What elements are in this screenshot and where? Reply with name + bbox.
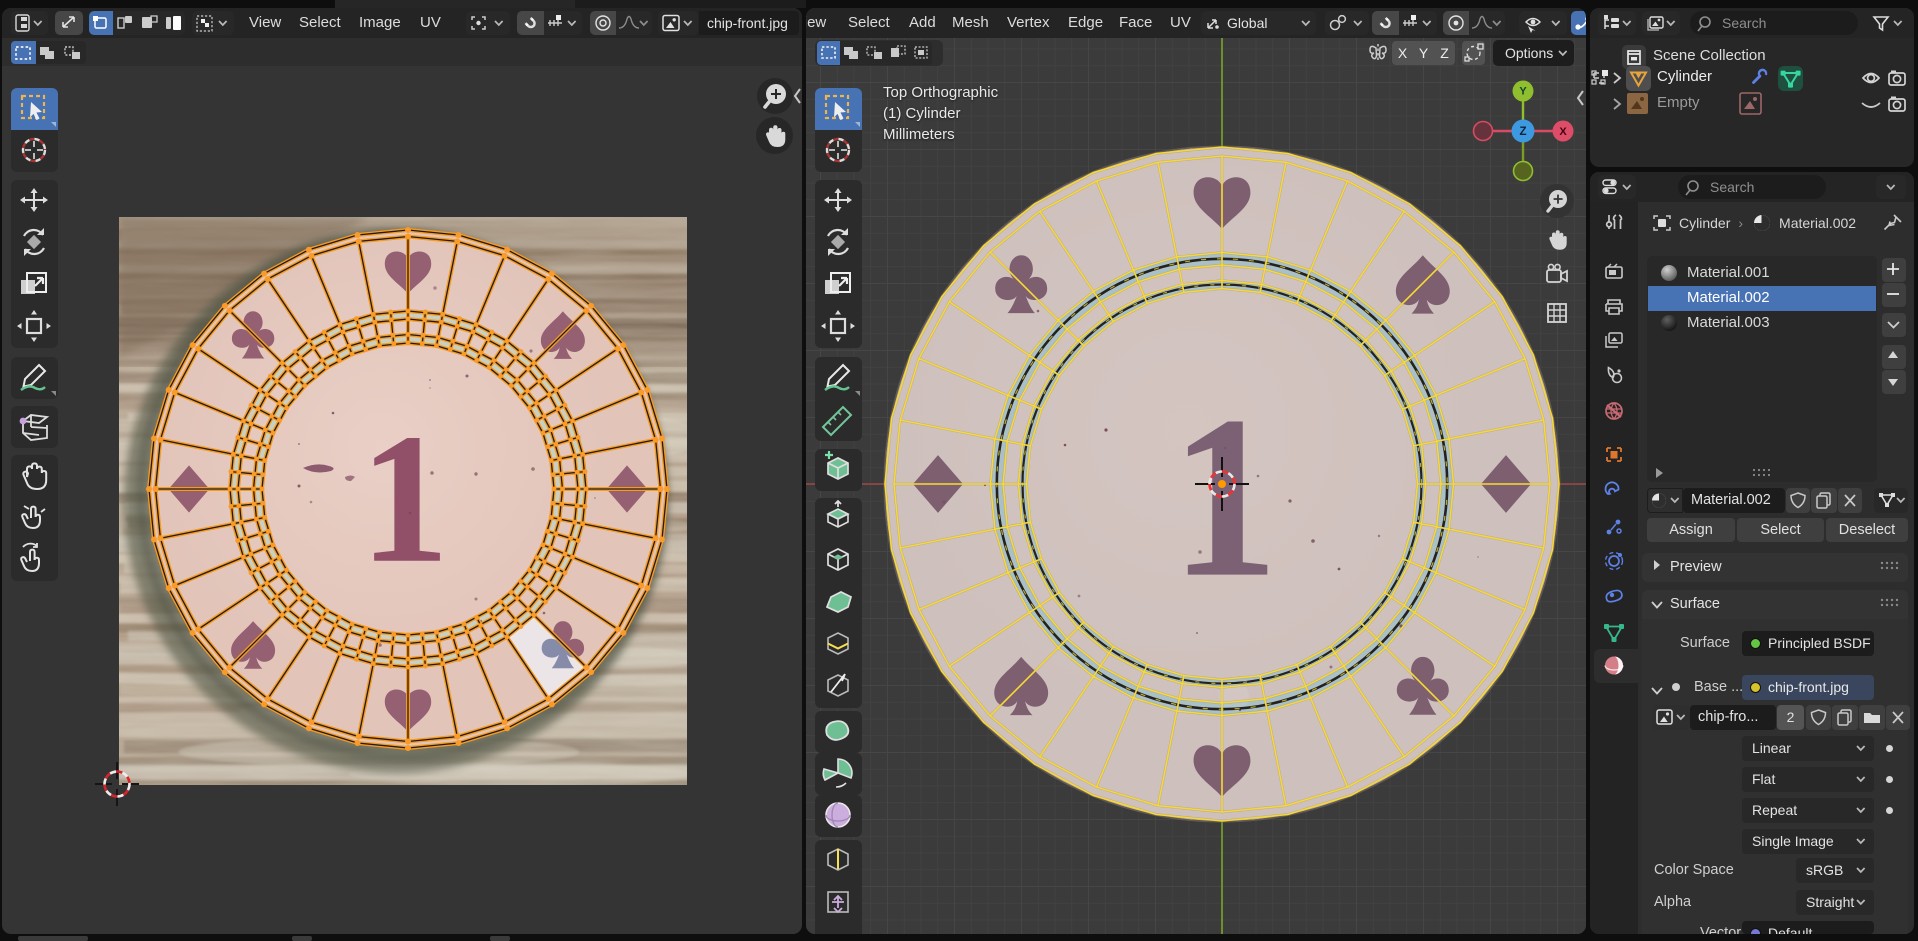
svg-text:Z: Z xyxy=(1519,126,1526,138)
svg-text:Y: Y xyxy=(1519,86,1527,98)
svg-text:1: 1 xyxy=(360,396,449,601)
svg-text:X: X xyxy=(1559,126,1567,138)
